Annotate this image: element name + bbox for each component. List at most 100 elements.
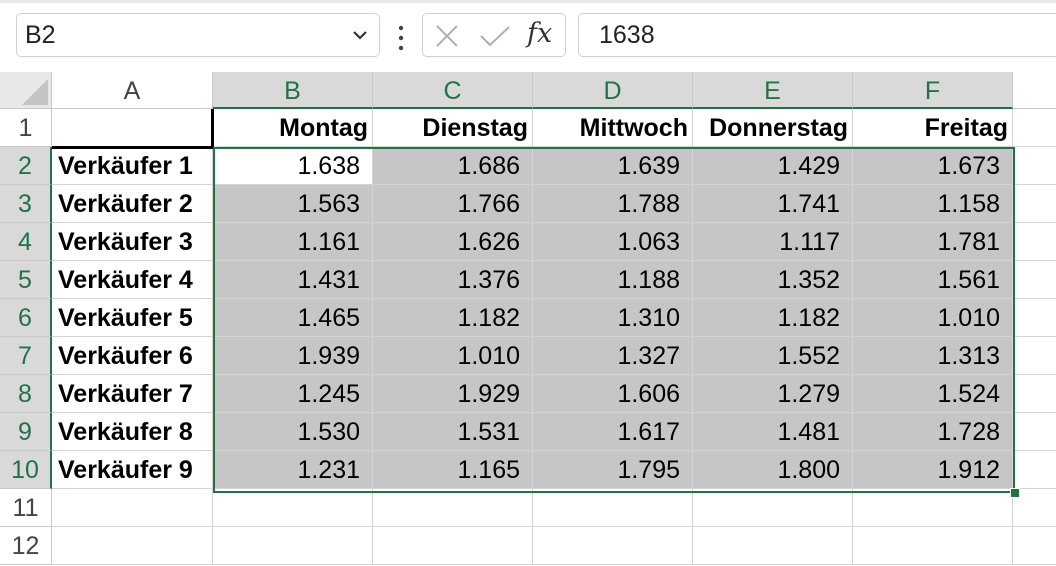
cell-e6[interactable]: 1.182 [693,299,853,337]
cell-e7[interactable]: 1.552 [693,337,853,375]
cell-b11[interactable] [213,489,373,527]
cell-c1[interactable]: Dienstag [373,109,533,147]
cell-d2[interactable]: 1.639 [533,147,693,185]
cell-f2[interactable]: 1.673 [853,147,1013,185]
cell-a4[interactable]: Verkäufer 3 [52,223,213,261]
cell-d8[interactable]: 1.606 [533,375,693,413]
row-header-11[interactable]: 11 [0,489,52,527]
cell-d4[interactable]: 1.063 [533,223,693,261]
cell-d5[interactable]: 1.188 [533,261,693,299]
cell-b10[interactable]: 1.231 [213,451,373,489]
cell-b1[interactable]: Montag [213,109,373,147]
cell-e8[interactable]: 1.279 [693,375,853,413]
cell-d11[interactable] [533,489,693,527]
cell-f11[interactable] [853,489,1013,527]
cell-d12[interactable] [533,527,693,565]
cell-e2[interactable]: 1.429 [693,147,853,185]
cell-b7[interactable]: 1.939 [213,337,373,375]
cell-e11[interactable] [693,489,853,527]
cell-g3[interactable] [1013,185,1056,223]
row-header-4[interactable]: 4 [0,223,52,261]
cell-b4[interactable]: 1.161 [213,223,373,261]
column-header-g[interactable] [1013,72,1056,109]
cell-g2[interactable] [1013,147,1056,185]
cell-a3[interactable]: Verkäufer 2 [52,185,213,223]
cell-a9[interactable]: Verkäufer 8 [52,413,213,451]
row-header-3[interactable]: 3 [0,185,52,223]
column-header-e[interactable]: E [693,72,853,109]
cell-c12[interactable] [373,527,533,565]
cell-f1[interactable]: Freitag [853,109,1013,147]
cell-b5[interactable]: 1.431 [213,261,373,299]
fill-handle[interactable] [1010,488,1020,498]
cell-g5[interactable] [1013,261,1056,299]
cell-a1[interactable] [52,109,213,147]
cell-c3[interactable]: 1.766 [373,185,533,223]
cell-a11[interactable] [52,489,213,527]
cell-e4[interactable]: 1.117 [693,223,853,261]
cell-g12[interactable] [1013,527,1056,565]
cell-c11[interactable] [373,489,533,527]
cell-a6[interactable]: Verkäufer 5 [52,299,213,337]
cell-b6[interactable]: 1.465 [213,299,373,337]
cell-f8[interactable]: 1.524 [853,375,1013,413]
cell-d7[interactable]: 1.327 [533,337,693,375]
cancel-icon[interactable] [435,24,459,48]
confirm-icon[interactable] [479,24,511,48]
cell-e1[interactable]: Donnerstag [693,109,853,147]
row-header-6[interactable]: 6 [0,299,52,337]
cell-c5[interactable]: 1.376 [373,261,533,299]
cell-b8[interactable]: 1.245 [213,375,373,413]
column-header-b[interactable]: B [213,72,373,109]
cell-d9[interactable]: 1.617 [533,413,693,451]
cell-g6[interactable] [1013,299,1056,337]
cell-c10[interactable]: 1.165 [373,451,533,489]
cell-g10[interactable] [1013,451,1056,489]
cell-e5[interactable]: 1.352 [693,261,853,299]
row-header-9[interactable]: 9 [0,413,52,451]
row-header-10[interactable]: 10 [0,451,52,489]
cell-b2[interactable]: 1.638 [213,147,373,185]
row-header-7[interactable]: 7 [0,337,52,375]
cell-f12[interactable] [853,527,1013,565]
cell-d3[interactable]: 1.788 [533,185,693,223]
cell-g1[interactable] [1013,109,1056,147]
cell-d1[interactable]: Mittwoch [533,109,693,147]
cell-f5[interactable]: 1.561 [853,261,1013,299]
row-header-1[interactable]: 1 [0,109,52,147]
column-header-d[interactable]: D [533,72,693,109]
more-options-icon[interactable] [394,25,408,51]
column-header-f[interactable]: F [853,72,1013,109]
cell-g7[interactable] [1013,337,1056,375]
cell-f3[interactable]: 1.158 [853,185,1013,223]
cell-f9[interactable]: 1.728 [853,413,1013,451]
cell-e12[interactable] [693,527,853,565]
column-header-c[interactable]: C [373,72,533,109]
column-header-a[interactable]: A [52,72,213,109]
cell-a12[interactable] [52,527,213,565]
formula-input[interactable]: 1638 [578,13,1056,57]
cell-a10[interactable]: Verkäufer 9 [52,451,213,489]
cell-g8[interactable] [1013,375,1056,413]
cell-f6[interactable]: 1.010 [853,299,1013,337]
row-header-5[interactable]: 5 [0,261,52,299]
cell-a8[interactable]: Verkäufer 7 [52,375,213,413]
cell-f7[interactable]: 1.313 [853,337,1013,375]
cell-c8[interactable]: 1.929 [373,375,533,413]
name-box[interactable]: B2 [16,13,380,57]
cell-g4[interactable] [1013,223,1056,261]
cell-c7[interactable]: 1.010 [373,337,533,375]
select-all-corner[interactable] [0,72,52,109]
cell-c9[interactable]: 1.531 [373,413,533,451]
cell-f10[interactable]: 1.912 [853,451,1013,489]
cell-b12[interactable] [213,527,373,565]
function-icon[interactable]: fx [527,18,552,49]
cell-e9[interactable]: 1.481 [693,413,853,451]
cell-c4[interactable]: 1.626 [373,223,533,261]
row-header-12[interactable]: 12 [0,527,52,565]
cell-e10[interactable]: 1.800 [693,451,853,489]
cell-b9[interactable]: 1.530 [213,413,373,451]
chevron-down-icon[interactable] [351,26,369,44]
cell-a2[interactable]: Verkäufer 1 [52,147,213,185]
cell-d10[interactable]: 1.795 [533,451,693,489]
